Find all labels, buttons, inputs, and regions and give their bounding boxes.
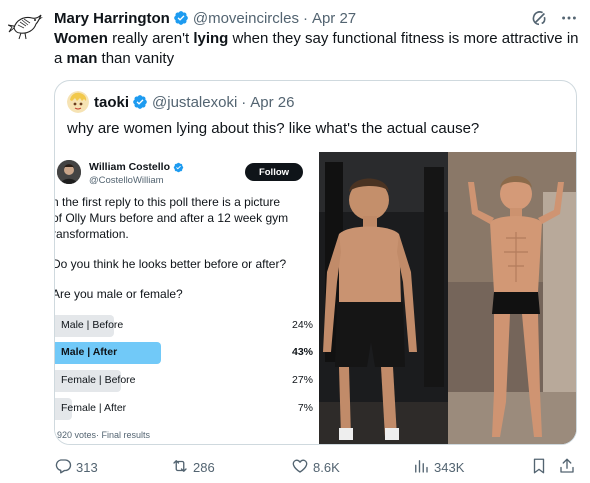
after-photo[interactable] [448, 152, 576, 444]
share-icon [558, 457, 576, 478]
verified-badge-icon [173, 162, 184, 173]
poll-body-line: ransformation. [55, 227, 129, 241]
poll-author-avatar [57, 160, 81, 184]
verified-badge-icon[interactable] [173, 10, 189, 26]
share-button[interactable] [558, 457, 576, 477]
poll-body-line: of Olly Murs before and after a 12 week … [55, 211, 289, 225]
poll-footer: 920 votes· Final results [57, 430, 151, 440]
poll-option: Female | After 7% [55, 398, 313, 420]
quote-author-name[interactable]: taoki [94, 94, 129, 111]
bookmark-icon [530, 457, 548, 478]
poll-option-label: Male | After [61, 346, 118, 358]
quoted-tweet[interactable]: taoki @justalexoki · Apr 26 why are wome… [54, 80, 577, 445]
reply-count: 313 [76, 459, 98, 475]
poll-option: Female | Before 27% [55, 370, 313, 392]
bookmark-button[interactable] [530, 457, 548, 477]
poll-option: Male | Before 24% [55, 315, 313, 337]
poll-option-percent: 27% [291, 374, 313, 386]
like-count: 8.6K [313, 459, 340, 475]
quote-author-avatar[interactable] [67, 91, 89, 113]
poll-option-label: Female | Before [61, 374, 136, 386]
author-avatar[interactable] [7, 8, 44, 44]
quote-date[interactable]: Apr 26 [250, 94, 294, 111]
repost-icon [171, 457, 189, 478]
author-name[interactable]: Mary Harrington [54, 10, 170, 27]
views-count: 343K [434, 459, 465, 475]
before-photo[interactable] [319, 152, 448, 444]
quote-author-handle[interactable]: @justalexoki [152, 94, 237, 111]
poll-author-handle: @CostelloWilliam [89, 175, 164, 186]
poll-option-label: Male | Before [61, 319, 124, 331]
quote-text: why are women lying about this? like wha… [67, 120, 480, 137]
views-icon [412, 457, 430, 478]
grok-icon[interactable] [530, 9, 548, 27]
separator-dot: · [302, 9, 308, 27]
repost-count: 286 [193, 459, 215, 475]
poll-body-line: Are you male or female? [55, 287, 183, 301]
like-icon [291, 457, 309, 478]
more-icon[interactable] [560, 9, 578, 27]
tweet-action-bar: 313 286 8.6K 343K [54, 457, 579, 477]
verified-badge-icon[interactable] [132, 94, 148, 110]
poll-option-percent: 7% [297, 402, 313, 414]
poll-screenshot-image[interactable]: William Costello @CostelloWilliam Follow… [55, 152, 319, 444]
poll-option-percent: 24% [291, 319, 313, 331]
separator-dot: · [241, 93, 247, 111]
follow-button: Follow [245, 163, 303, 181]
poll-option-percent: 43% [291, 346, 313, 358]
poll-author-name: William Costello [89, 161, 184, 173]
poll-option: Male | After 43% [55, 342, 313, 364]
tweet-header: Mary Harrington @moveincircles · Apr 27 [54, 8, 578, 28]
author-handle[interactable]: @moveincircles [193, 10, 299, 27]
views-button[interactable]: 343K [412, 457, 464, 477]
like-button[interactable]: 8.6K [291, 457, 340, 477]
tweet-text: Women really aren't lying when they say … [54, 30, 579, 67]
reply-button[interactable]: 313 [54, 457, 98, 477]
poll-option-label: Female | After [61, 402, 127, 414]
repost-button[interactable]: 286 [171, 457, 215, 477]
poll-body-line: Do you think he looks better before or a… [55, 257, 287, 271]
quote-header: taoki @justalexoki · Apr 26 [67, 91, 294, 113]
poll-body-line: n the first reply to this poll there is … [55, 195, 281, 209]
quote-media[interactable]: William Costello @CostelloWilliam Follow… [55, 152, 576, 444]
reply-icon [54, 457, 72, 478]
tweet-date[interactable]: Apr 27 [312, 10, 356, 27]
